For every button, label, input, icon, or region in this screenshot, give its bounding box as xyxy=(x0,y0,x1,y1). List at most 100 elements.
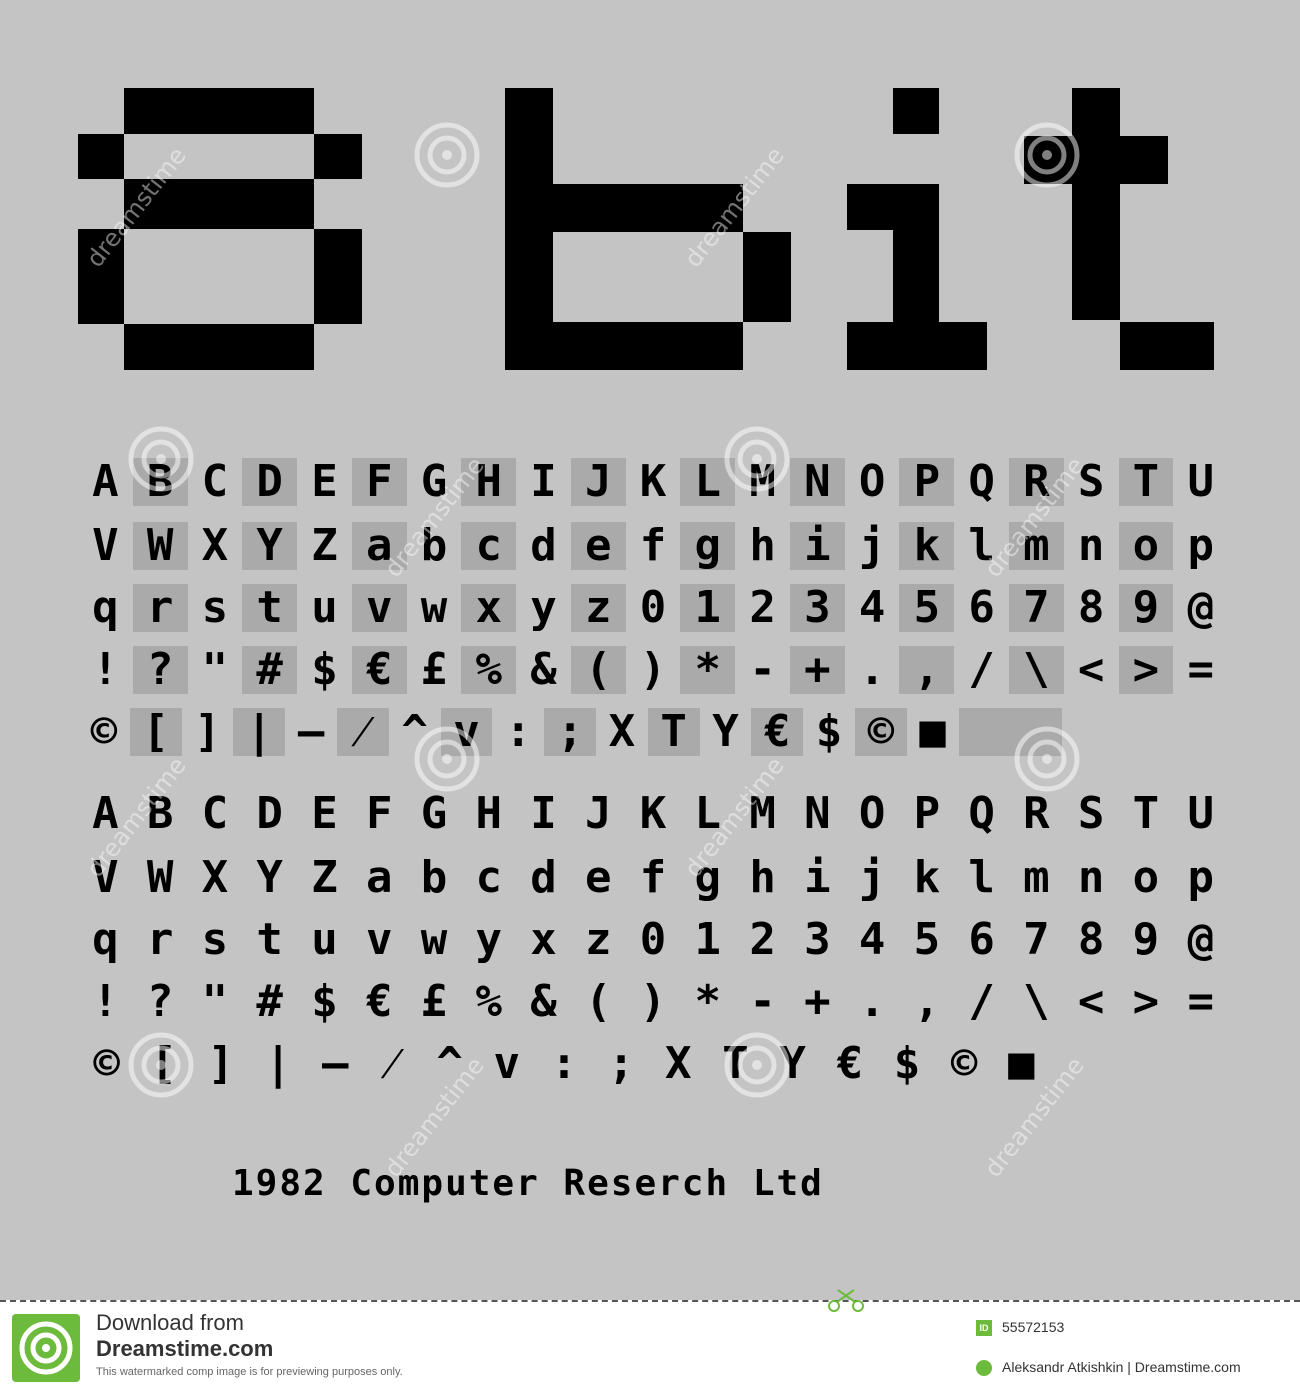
glyph-cell: 0 xyxy=(639,914,667,965)
glyph-cell: e xyxy=(570,522,626,570)
glyph-cell: n xyxy=(1077,852,1105,903)
block1-row-3: q r s t u v w x y z 0 1 2 3 4 5 6 7 8 9 @ xyxy=(78,584,1228,632)
credit-line: 1982 Computer Reserch Ltd xyxy=(232,1163,824,1204)
glyph-cell: . xyxy=(858,976,886,1027)
glyph-cell: X xyxy=(201,520,229,571)
glyph-cell: Z xyxy=(311,520,338,571)
glyph-cell: u xyxy=(311,582,338,633)
glyph-cell: F xyxy=(351,458,407,506)
glyph-cell: 4 xyxy=(858,914,886,965)
glyph-cell: % xyxy=(475,976,502,1027)
watermark-swirl-icon xyxy=(724,426,790,492)
glyph-cell: 0 xyxy=(639,582,667,633)
title-8bit-pixel-art xyxy=(78,88,1214,370)
glyph-cell: ; xyxy=(544,708,596,756)
glyph-cell: 6 xyxy=(968,914,995,965)
glyph-cell: D xyxy=(256,788,283,839)
glyph-cell: E xyxy=(311,456,338,507)
glyph-cell: O xyxy=(858,788,886,839)
glyph-cell: J xyxy=(585,788,612,839)
watermark-swirl-icon xyxy=(724,1032,790,1098)
glyph-cell: @ xyxy=(1187,914,1214,965)
glyph-cell: i xyxy=(789,522,845,570)
glyph-cell: J xyxy=(570,458,626,506)
scissors-icon xyxy=(828,1289,864,1312)
glyph-cell: V xyxy=(92,520,119,571)
glyph-cell: c xyxy=(461,522,517,570)
glyph-cell: ? xyxy=(146,976,174,1027)
glyph-cell: / xyxy=(968,644,995,695)
watermark-swirl-icon xyxy=(1014,122,1080,188)
glyph-cell: p xyxy=(1187,520,1214,571)
block2-row-3: q r s t u v w y x z 0 1 2 3 4 5 6 7 8 9 @ xyxy=(78,916,1228,964)
glyph-cell: | xyxy=(233,708,286,756)
glyph-cell: ] xyxy=(194,706,221,757)
watermark-swirl-icon xyxy=(128,426,194,492)
glyph-cell: 4 xyxy=(858,582,886,633)
glyph-cell: Q xyxy=(968,456,995,507)
glyph-cell: x xyxy=(461,584,517,632)
glyph-cell: > xyxy=(1118,646,1174,694)
glyph-cell: o xyxy=(1132,852,1160,903)
glyph-cell: # xyxy=(242,646,298,694)
glyph-cell: w xyxy=(420,914,448,965)
glyph-cell: = xyxy=(1187,976,1214,1027)
glyph-cell: ! xyxy=(92,644,119,695)
glyph-cell: d xyxy=(530,852,557,903)
glyph-cell: H xyxy=(475,788,502,839)
brand-link[interactable]: Dreamstime.com xyxy=(96,1336,273,1362)
glyph-cell: N xyxy=(804,788,831,839)
glyph-cell: U xyxy=(1187,456,1214,507)
glyph-cell: F xyxy=(365,788,393,839)
glyph-cell: + xyxy=(804,976,831,1027)
glyph-cell: $ xyxy=(893,1038,921,1089)
glyph-cell: v xyxy=(493,1038,521,1089)
glyph-cell: . xyxy=(858,644,886,695)
glyph-cell: ) xyxy=(639,644,667,695)
glyph-cell: v xyxy=(351,584,407,632)
glyph-cell: 5 xyxy=(913,914,941,965)
glyph-cell: X xyxy=(608,706,636,757)
glyph-cell: e xyxy=(585,852,612,903)
glyph-cell: £ xyxy=(420,976,448,1027)
glyph-cell: 1 xyxy=(694,914,722,965)
author-credit[interactable]: Aleksandr Atkishkin | Dreamstime.com xyxy=(1002,1359,1241,1375)
glyph-cell: " xyxy=(201,644,229,695)
watermark-swirl-icon xyxy=(1014,726,1080,792)
glyph-cell: p xyxy=(1187,852,1214,903)
glyph-cell: € xyxy=(365,976,393,1027)
glyph-cell: X xyxy=(201,852,229,903)
glyph-cell: k xyxy=(899,522,955,570)
glyph-cell: 6 xyxy=(968,582,995,633)
glyph-cell: £ xyxy=(420,644,448,695)
glyph-cell: \ xyxy=(1009,646,1064,694)
glyph-cell: u xyxy=(311,914,338,965)
glyph-cell: 3 xyxy=(804,914,831,965)
glyph-cell: I xyxy=(530,456,557,507)
glyph-cell: w xyxy=(420,582,448,633)
glyph-cell: * xyxy=(680,646,736,694)
glyph-cell: q xyxy=(92,914,119,965)
glyph-cell: x xyxy=(530,914,557,965)
glyph-cell: G xyxy=(420,788,448,839)
glyph-cell: T xyxy=(647,708,700,756)
glyph-cell: ; xyxy=(607,1038,635,1089)
block1-row-4: !? " # $ € £% &() * - +., / \ < > = xyxy=(78,646,1228,694)
glyph-cell: y xyxy=(530,582,557,633)
glyph-cell: $ xyxy=(311,644,338,695)
glyph-cell: 3 xyxy=(789,584,845,632)
glyph-cell: $ xyxy=(311,976,338,1027)
watermark-swirl-icon xyxy=(414,726,480,792)
watermark-swirl-icon xyxy=(414,122,480,188)
glyph-cell: Z xyxy=(311,852,338,903)
glyph-cell: [ xyxy=(129,708,182,756)
glyph-cell: y xyxy=(475,914,502,965)
glyph-cell: © xyxy=(950,1038,978,1089)
author-icon xyxy=(976,1360,992,1376)
glyph-cell: % xyxy=(461,646,517,694)
glyph-cell: S xyxy=(1077,788,1105,839)
glyph-cell: | xyxy=(264,1038,292,1089)
glyph-cell: z xyxy=(585,914,612,965)
dreamstime-footer: Download from Dreamstime.com This waterm… xyxy=(0,1289,1300,1390)
glyph-cell: o xyxy=(1118,522,1174,570)
